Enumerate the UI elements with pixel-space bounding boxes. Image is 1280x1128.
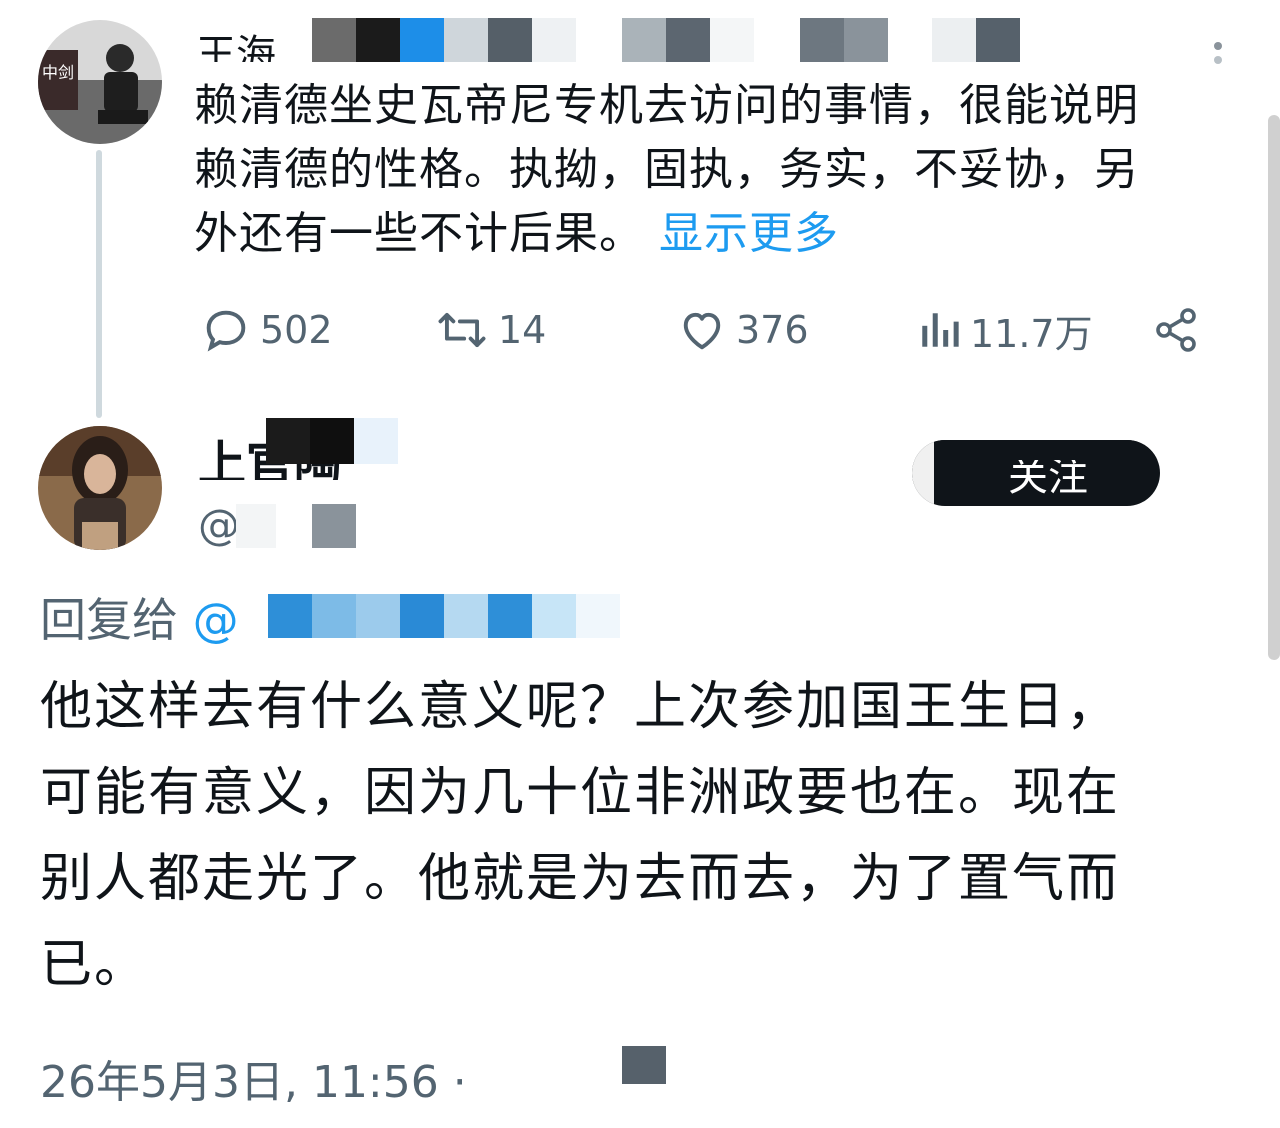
thread-connector <box>96 150 102 418</box>
show-more-link[interactable]: 显示更多 <box>659 208 839 259</box>
parent-text-line: 赖清德的性格。执拗，固执，务实，不妥协，另 <box>194 144 1139 195</box>
redaction-mosaic <box>622 1046 666 1084</box>
scrollbar[interactable] <box>1268 115 1280 660</box>
more-vertical-icon <box>1214 42 1222 64</box>
reply-to-line: 回复给 @ <box>40 584 239 650</box>
views-action[interactable]: 11.7万 <box>916 300 1093 360</box>
redaction-mosaic <box>934 440 1160 460</box>
share-action[interactable] <box>1152 300 1208 360</box>
parent-text-line: 外还有一些不计后果。 显示更多 <box>194 202 1254 266</box>
reply-count: 502 <box>260 308 333 352</box>
share-icon <box>1156 308 1196 352</box>
like-action[interactable]: 376 <box>676 300 809 360</box>
parent-tweet-text: 赖清德坐史瓦帝尼专机去访问的事情，很能说明 赖清德的性格。执拗，固执，务实，不妥… <box>194 74 1254 266</box>
svg-text:中剑: 中剑 <box>42 63 74 82</box>
reply-tweet-text: 他这样去有什么意义呢？上次参加国王生日， 可能有意义，因为几十位非洲政要也在。现… <box>40 664 1260 1008</box>
parent-text-line: 赖清德坐史瓦帝尼专机去访问的事情，很能说明 <box>194 80 1139 131</box>
redaction-mosaic <box>268 594 624 638</box>
reply-author-handle[interactable]: @ <box>198 500 240 549</box>
parent-avatar[interactable]: 中剑 <box>38 20 162 144</box>
reply-text-line: 别人都走光了。他就是为去而去，为了置气而 <box>40 849 1121 909</box>
retweet-count: 14 <box>498 308 547 352</box>
redaction-mosaic <box>266 418 406 464</box>
analytics-icon <box>922 313 959 347</box>
view-count: 11.7万 <box>970 311 1093 356</box>
redaction-mosaic <box>912 440 934 506</box>
more-options-button[interactable] <box>1206 40 1230 70</box>
avatar-image <box>38 426 162 550</box>
reply-to-handle[interactable]: @ <box>193 593 239 647</box>
parent-text-line-3: 外还有一些不计后果。 <box>194 208 644 259</box>
reply-text-line: 可能有意义，因为几十位非洲政要也在。现在 <box>40 763 1121 823</box>
redaction-mosaic <box>312 18 1032 62</box>
heart-icon <box>683 312 721 350</box>
reply-icon <box>206 310 246 352</box>
reply-avatar[interactable] <box>38 426 162 550</box>
tweet-timestamp[interactable]: 26年5月3日, 11:56 · <box>40 1046 467 1110</box>
like-count: 376 <box>736 308 809 352</box>
parent-author-name-text: 王海 <box>196 32 276 62</box>
redaction-mosaic <box>236 504 386 548</box>
retweet-icon <box>438 312 486 348</box>
retweet-action[interactable]: 14 <box>434 300 546 360</box>
reply-handle-text: @ <box>198 500 240 549</box>
reply-text-line: 已。 <box>40 935 149 995</box>
parent-author-name[interactable]: 王海 <box>196 22 276 62</box>
reply-text-line: 他这样去有什么意义呢？上次参加国王生日， <box>40 677 1121 737</box>
reply-action[interactable]: 502 <box>200 300 333 360</box>
follow-button[interactable]: 关注 <box>912 440 1160 506</box>
timestamp-text: 26年5月3日, 11:56 · <box>40 1057 467 1108</box>
avatar-image: 中剑 <box>38 20 162 144</box>
reply-to-label: 回复给 <box>40 593 178 647</box>
